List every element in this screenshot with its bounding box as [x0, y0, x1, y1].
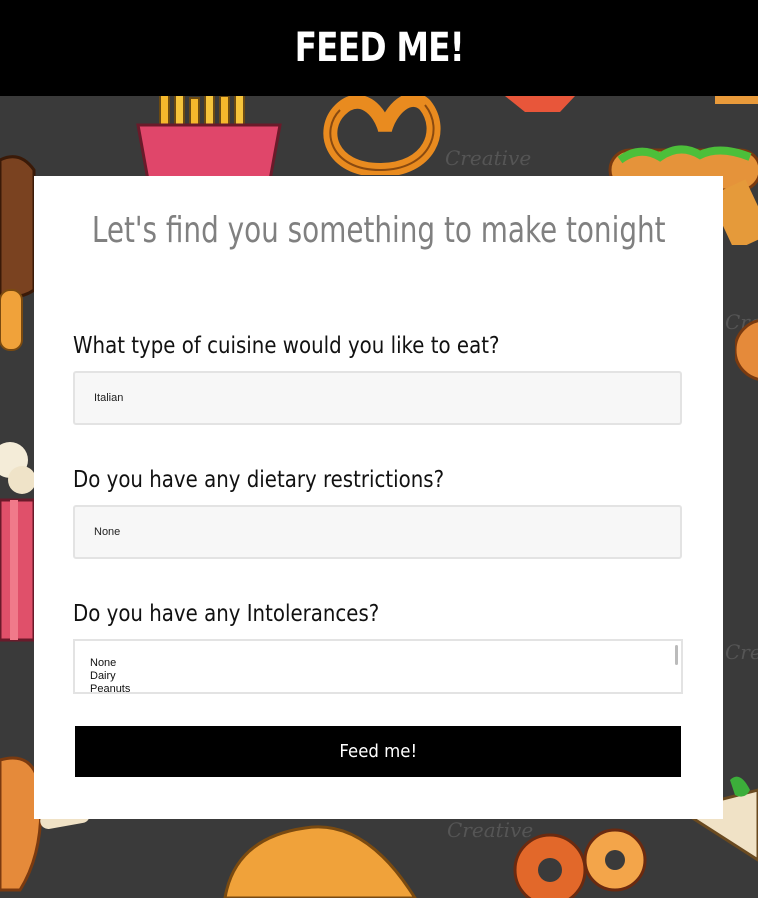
intolerances-question-label: Do you have any Intolerances? — [73, 601, 380, 627]
intolerance-option[interactable]: Dairy — [75, 670, 681, 683]
page: Creative Creative Creative Creative — [0, 0, 758, 898]
page-title: Let's find you something to make tonight — [91, 210, 666, 251]
pretzel-illustration — [323, 92, 441, 175]
donut-illustration — [735, 319, 758, 381]
watermark-text: Creative — [445, 146, 532, 170]
diet-input[interactable] — [73, 505, 682, 559]
select-scrollbar[interactable] — [675, 645, 678, 665]
intolerances-select[interactable]: None Dairy Peanuts — [73, 639, 683, 694]
cuisine-question-label: What type of cuisine would you like to e… — [73, 333, 500, 359]
feed-me-button-label: Feed me! — [339, 741, 417, 762]
diet-question-label: Do you have any dietary restrictions? — [73, 467, 445, 493]
search-form-card — [34, 176, 723, 819]
intolerance-option[interactable]: None — [75, 657, 681, 670]
brand-logo[interactable]: FEED ME! — [294, 28, 464, 68]
intolerance-option[interactable]: Peanuts — [75, 683, 681, 692]
box-illustration — [505, 96, 575, 112]
donuts-illustration — [513, 828, 647, 898]
feed-me-button[interactable]: Feed me! — [75, 726, 681, 777]
fries-illustration — [136, 90, 282, 180]
watermark-text: Creative — [725, 640, 758, 664]
corner-food-illustration — [715, 96, 758, 104]
header-bar: FEED ME! — [0, 0, 758, 96]
cuisine-input[interactable] — [73, 371, 682, 425]
bread-illustration — [223, 825, 417, 898]
